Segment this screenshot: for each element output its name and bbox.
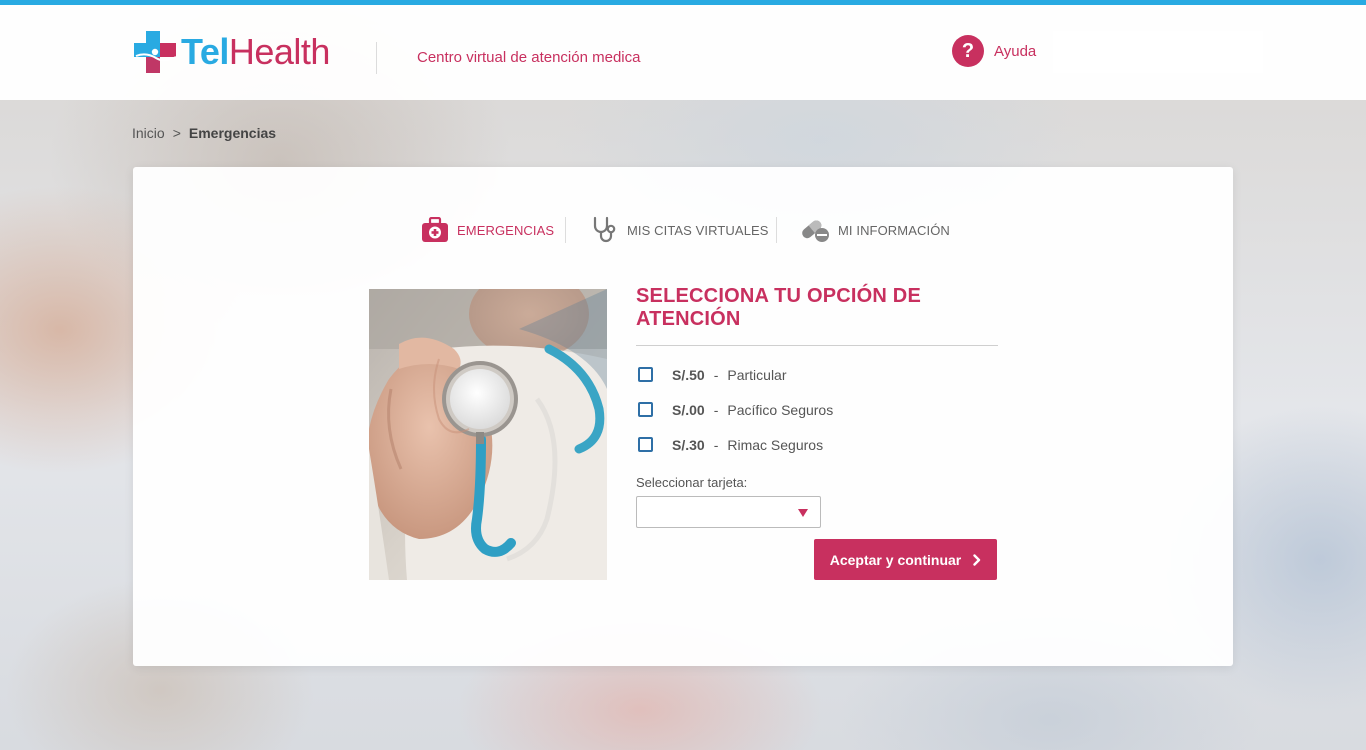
accept-continue-label: Aceptar y continuar bbox=[829, 551, 962, 568]
header-user-area bbox=[1053, 31, 1263, 73]
option-separator: - bbox=[713, 366, 719, 383]
tab-mis-citas-virtuales[interactable]: MIS CITAS VIRTUALES bbox=[591, 215, 769, 245]
option-pacifico-seguros[interactable]: S/.00 - Pacífico Seguros bbox=[636, 392, 998, 427]
option-price: S/.30 bbox=[672, 436, 705, 453]
tab-divider bbox=[776, 217, 777, 243]
form-title: SELECCIONA TU OPCIÓN DE ATENCIÓN bbox=[636, 285, 921, 330]
logo-health-text: Health bbox=[228, 31, 331, 72]
pills-icon bbox=[802, 220, 829, 242]
tab-mi-informacion-label: MI INFORMACIÓN bbox=[838, 222, 950, 238]
site-header: TelHealth Centro virtual de atención med… bbox=[0, 5, 1366, 100]
option-checkbox[interactable] bbox=[638, 402, 653, 417]
option-checkbox[interactable] bbox=[638, 437, 653, 452]
breadcrumb-home-link[interactable]: Inicio bbox=[132, 125, 165, 141]
main-card: EMERGENCIAS MIS CITAS VIRTUALES MI INFOR… bbox=[133, 167, 1233, 666]
chevron-right-icon bbox=[973, 553, 981, 566]
option-checkbox[interactable] bbox=[638, 367, 653, 382]
option-separator: - bbox=[713, 436, 719, 453]
accept-continue-button[interactable]: Aceptar y continuar bbox=[814, 539, 997, 580]
option-separator: - bbox=[713, 401, 719, 418]
tab-emergencias[interactable]: EMERGENCIAS bbox=[421, 215, 554, 245]
stethoscope-icon bbox=[593, 216, 616, 243]
logo-wordmark: TelHealth bbox=[181, 29, 330, 75]
options-list: S/.50 - Particular S/.00 - Pacífico Segu… bbox=[636, 357, 998, 462]
medical-cross-logo-icon bbox=[134, 31, 177, 73]
option-price: S/.00 bbox=[672, 401, 705, 418]
breadcrumb-current: Emergencias bbox=[188, 125, 277, 141]
header-divider bbox=[376, 42, 377, 74]
telhealth-logo[interactable]: TelHealth bbox=[132, 28, 330, 76]
section-tabs: EMERGENCIAS MIS CITAS VIRTUALES MI INFOR… bbox=[133, 215, 1233, 245]
option-rimac-seguros[interactable]: S/.30 - Rimac Seguros bbox=[636, 427, 998, 462]
attention-options-form: SELECCIONA TU OPCIÓN DE ATENCIÓN S/.50 -… bbox=[636, 285, 998, 528]
help-question-icon: ? bbox=[952, 35, 984, 67]
doctor-photo-image bbox=[369, 289, 607, 580]
card-select-label: Seleccionar tarjeta: bbox=[636, 475, 748, 490]
tab-mis-citas-label: MIS CITAS VIRTUALES bbox=[627, 222, 769, 238]
form-divider bbox=[636, 345, 998, 346]
breadcrumb-separator: > bbox=[172, 125, 181, 141]
tab-divider bbox=[565, 217, 566, 243]
breadcrumb: Inicio > Emergencias bbox=[132, 125, 276, 141]
help-label: Ayuda bbox=[994, 42, 1037, 60]
option-name: Rimac Seguros bbox=[727, 436, 824, 453]
tab-mi-informacion[interactable]: MI INFORMACIÓN bbox=[800, 215, 950, 245]
option-name: Pacífico Seguros bbox=[727, 401, 834, 418]
doctor-stethoscope-photo bbox=[369, 289, 607, 580]
option-name: Particular bbox=[727, 366, 787, 383]
card-select[interactable] bbox=[636, 496, 821, 528]
dropdown-arrow-icon bbox=[798, 509, 808, 517]
header-tagline: Centro virtual de atención medica bbox=[417, 49, 641, 66]
option-price: S/.50 bbox=[672, 366, 705, 383]
help-link[interactable]: ? Ayuda bbox=[952, 35, 1036, 67]
option-particular[interactable]: S/.50 - Particular bbox=[636, 357, 998, 392]
tab-emergencias-label: EMERGENCIAS bbox=[457, 222, 555, 238]
logo-tel-text: Tel bbox=[181, 31, 229, 72]
first-aid-kit-icon bbox=[422, 217, 448, 242]
